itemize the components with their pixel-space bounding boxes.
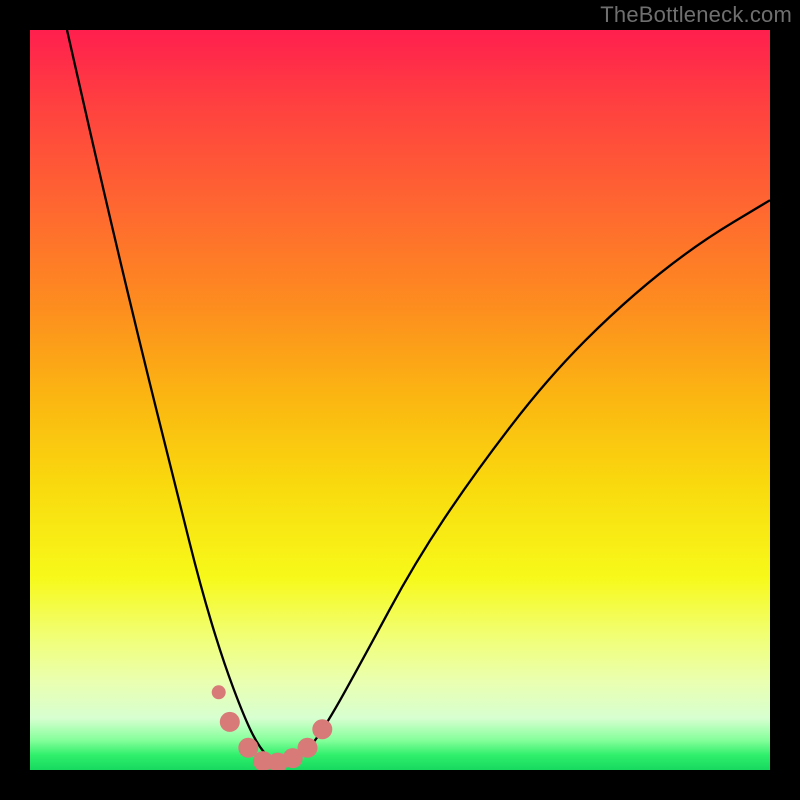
- highlight-dots: [212, 685, 333, 770]
- plot-area: [30, 30, 770, 770]
- highlight-dot: [312, 719, 332, 739]
- highlight-dot: [238, 738, 258, 758]
- highlight-dot: [212, 685, 226, 699]
- highlight-dot: [298, 738, 318, 758]
- curve-svg: [30, 30, 770, 770]
- watermark-label: TheBottleneck.com: [600, 2, 792, 28]
- bottleneck-curve: [67, 30, 770, 763]
- highlight-dot: [220, 712, 240, 732]
- chart-frame: TheBottleneck.com: [0, 0, 800, 800]
